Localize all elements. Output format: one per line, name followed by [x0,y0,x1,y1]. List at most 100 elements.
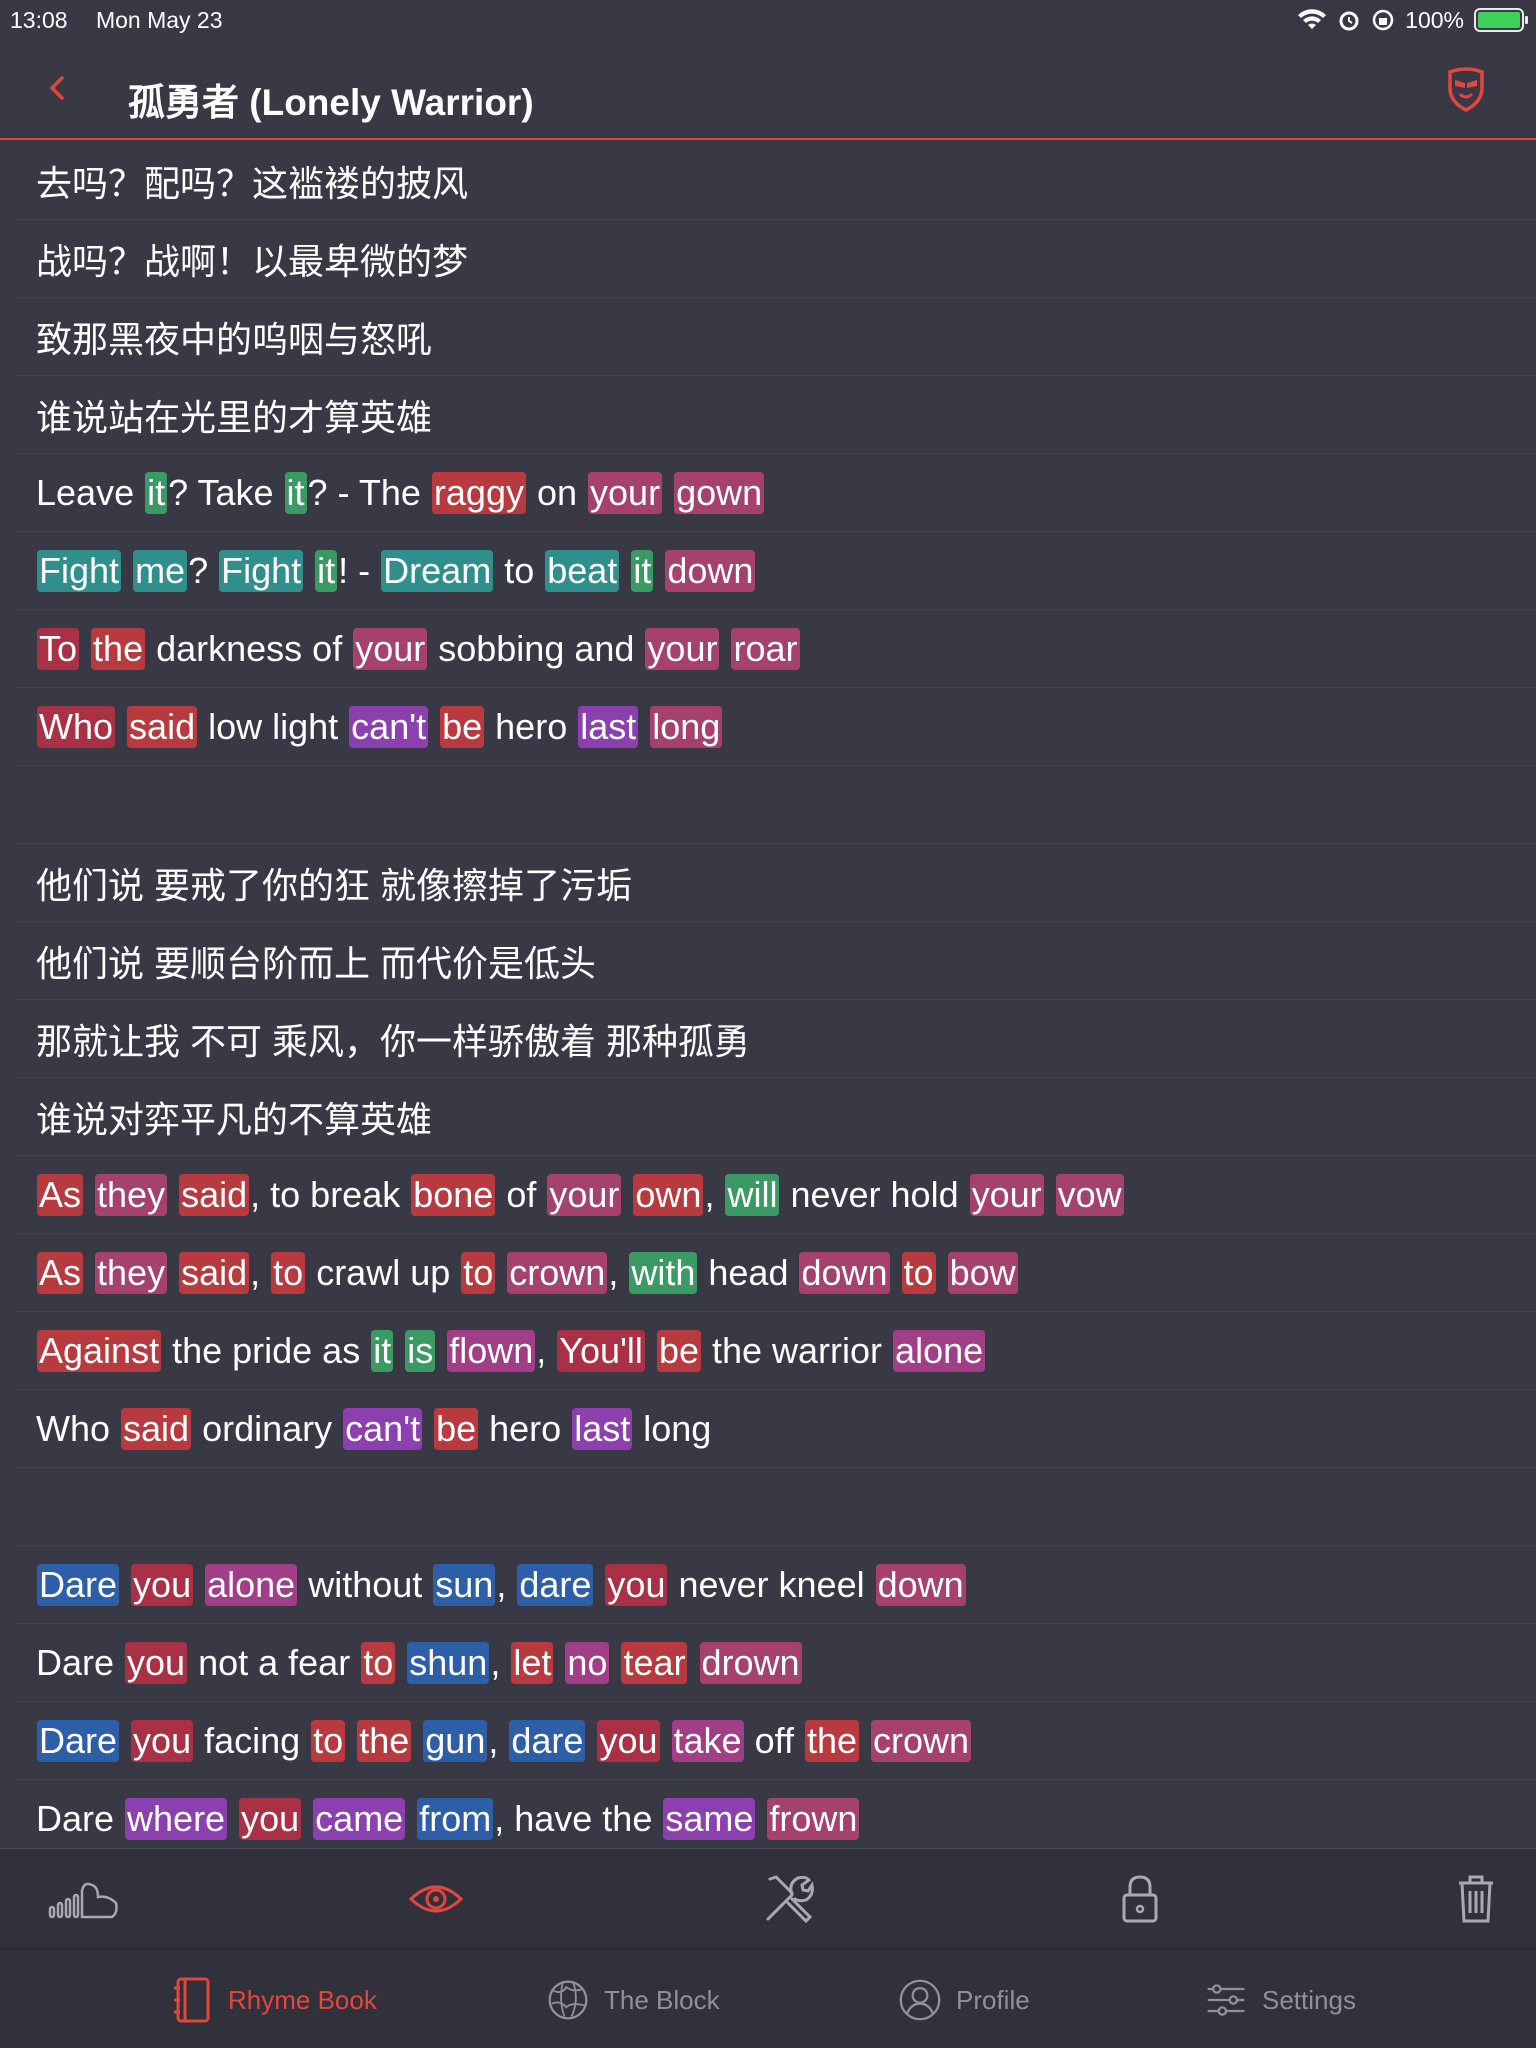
lyric-line[interactable]: 战吗？战啊！以最卑微的梦 [16,220,1536,298]
rhyme-highlight: last [572,1407,633,1450]
lyric-text: ! - [338,549,381,591]
rhyme-highlight: to [271,1251,306,1294]
rhyme-highlight: down [665,549,756,592]
nav-bar: 孤勇者 (Lonely Warrior) [0,40,1536,140]
rhyme-highlight: crown [507,1251,608,1294]
lyric-line[interactable]: Dare you alone without sun, dare you nev… [16,1546,1536,1624]
rhyme-highlight: it [315,549,338,592]
shield-mask-button[interactable] [1446,66,1486,112]
rhyme-highlight: you [131,1719,194,1762]
back-button[interactable] [38,68,78,108]
lyric-line[interactable]: 他们说 要顺台阶而上 而代价是低头 [16,922,1536,1000]
lyric-line[interactable]: 那就让我 不可 乘风，你一样骄傲着 那种孤勇 [16,1000,1536,1078]
rhyme-highlight: down [799,1251,890,1294]
lyric-line[interactable]: Dare you facing to the gun, dare you tak… [16,1702,1536,1780]
rhyme-highlight: flown [447,1329,536,1372]
lyric-line[interactable]: Dare you not a fear to shun, let no tear… [16,1624,1536,1702]
lyric-text [756,1798,766,1840]
tab-bar: Rhyme Book The Block Profile Settings [0,1948,1536,2048]
rhyme-highlight: your [547,1173,622,1216]
lyric-text [116,706,126,748]
rhythm-button[interactable] [48,1873,120,1925]
lyric-text [122,550,132,592]
rhyme-highlight: me [133,549,188,592]
lyric-text: , [250,1251,271,1293]
lyric-text: the warrior [701,1329,893,1371]
rhyme-highlight: crown [871,1719,972,1762]
eye-button[interactable] [408,1873,464,1925]
rhyme-highlight: they [95,1251,168,1294]
lyric-line[interactable]: 他们说 要戒了你的狂 就像擦掉了污垢 [16,844,1536,922]
status-date: Mon May 23 [95,6,223,33]
rhyme-highlight: drown [699,1641,802,1684]
lyric-text [423,1408,433,1450]
tab-profile[interactable]: Profile [898,1975,1030,2025]
tab-settings[interactable]: Settings [1204,1975,1356,2025]
lyric-line[interactable]: Who said low light can't be hero last lo… [16,688,1536,766]
lyric-text: 谁说站在光里的才算英雄 [36,396,433,438]
lyric-text: not a fear [188,1641,361,1683]
lyric-text [720,628,730,670]
rhyme-highlight: will [725,1173,780,1216]
lyric-text [688,1642,698,1684]
lyric-line[interactable]: 谁说对弈平凡的不算英雄 [16,1078,1536,1156]
lock-button[interactable] [1118,1873,1162,1925]
rhyme-highlight: your [969,1173,1044,1216]
tab-the-block[interactable]: The Block [546,1975,720,2025]
rhyme-highlight: dare [517,1563,594,1606]
notebook-icon [174,1977,210,2023]
delete-button[interactable] [1456,1873,1496,1925]
lyric-text [429,706,439,748]
status-right: 100% [1297,7,1528,34]
rhyme-highlight: last [578,705,639,748]
lyric-text: , [488,1719,509,1761]
rhyme-highlight: they [95,1173,168,1216]
lyric-line[interactable]: 去吗？配吗？这褴褛的披风 [16,142,1536,220]
lyric-line[interactable]: Against the pride as it is flown, You'll… [16,1312,1536,1390]
lyric-text: the pride as [162,1329,371,1371]
status-bar: 13:08 Mon May 23 100% [0,0,1536,40]
lyric-line[interactable]: As they said, to break bone of your own,… [16,1156,1536,1234]
rhyme-highlight: Fight [37,549,122,592]
rhyme-highlight: it [145,471,168,514]
alarm-icon [1339,11,1359,31]
lyric-line[interactable]: 致那黑夜中的呜咽与怒吼 [16,298,1536,376]
rhyme-highlight: You'll [557,1329,645,1372]
lyric-text [84,1174,94,1216]
lyric-text: , [536,1329,557,1371]
tools-button[interactable] [762,1873,814,1925]
lyric-text: crawl up [306,1251,461,1293]
lyric-line[interactable]: 谁说站在光里的才算英雄 [16,376,1536,454]
wifi-icon [1298,9,1327,29]
chevron-left-icon [50,76,64,100]
lyric-line[interactable]: Fight me? Fight it! - Dream to beat it d… [16,532,1536,610]
tab-rhyme-book[interactable]: Rhyme Book [170,1975,377,2025]
lyric-line[interactable]: Dare where you came from, have the same … [16,1780,1536,1858]
lyric-text [194,1564,204,1606]
lyric-text: hero [485,705,578,747]
lyric-line[interactable]: Who said ordinary can't be hero last lon… [16,1390,1536,1468]
rhyme-highlight: roar [731,627,800,670]
lyric-text: on [526,471,588,513]
rhyme-highlight: same [663,1797,756,1840]
rhyme-highlight: the [91,627,146,670]
blank-line[interactable] [16,1468,1536,1546]
page-title: 孤勇者 (Lonely Warrior) [128,82,534,123]
blank-line[interactable] [16,766,1536,844]
rhyme-highlight: you [605,1563,668,1606]
lyric-line[interactable]: To the darkness of your sobbing and your… [16,610,1536,688]
rhyme-highlight: to [361,1641,396,1684]
lyric-text [646,1330,656,1372]
rhyme-highlight: gun [423,1719,488,1762]
lyric-text [661,1720,671,1762]
rhyme-highlight: Dare [37,1563,120,1606]
lyric-text: hero [479,1407,572,1449]
lyric-line[interactable]: As they said, to crawl up to crown, with… [16,1234,1536,1312]
lyric-text: 谁说对弈平凡的不算英雄 [36,1098,433,1140]
lyric-text [654,550,664,592]
lyric-line[interactable]: Leave it? Take it? - The raggy on your g… [16,454,1536,532]
rhyme-highlight: be [434,1407,479,1450]
rhyme-highlight: it [371,1329,394,1372]
lyric-text: long [633,1407,712,1449]
lyric-text [120,1720,130,1762]
